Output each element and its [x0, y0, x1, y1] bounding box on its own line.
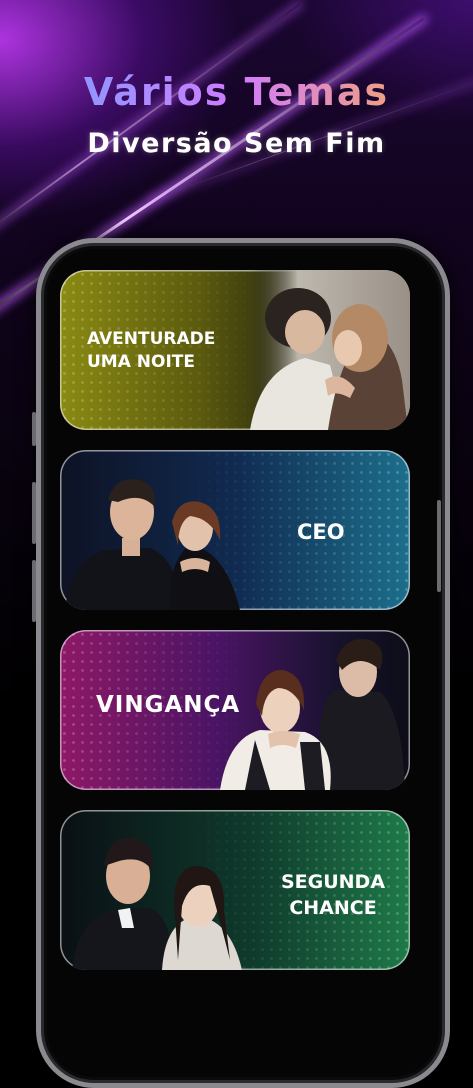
category-label: VINGANÇA	[96, 692, 241, 718]
category-label: CEO	[297, 520, 345, 544]
couple-photo	[60, 450, 250, 610]
category-card-vinganca[interactable]: VINGANÇA	[60, 630, 410, 790]
category-label: SEGUNDA CHANCE	[280, 871, 386, 919]
category-label: AVENTURADE UMA NOITE	[87, 329, 216, 372]
phone-mute-switch	[32, 412, 36, 446]
phone-volume-up	[32, 482, 36, 544]
couple-photo	[230, 270, 410, 430]
category-card-aventura[interactable]: AVENTURADE UMA NOITE	[60, 270, 410, 430]
promo-subtitle: Diversão Sem Fim	[87, 128, 386, 159]
promo-title: Vários Temas	[0, 70, 473, 114]
phone-volume-down	[32, 560, 36, 622]
phone-power-button	[437, 500, 441, 592]
category-card-segunda-chance[interactable]: SEGUNDA CHANCE	[60, 810, 410, 970]
category-card-ceo[interactable]: CEO	[60, 450, 410, 610]
couple-photo	[70, 810, 270, 970]
